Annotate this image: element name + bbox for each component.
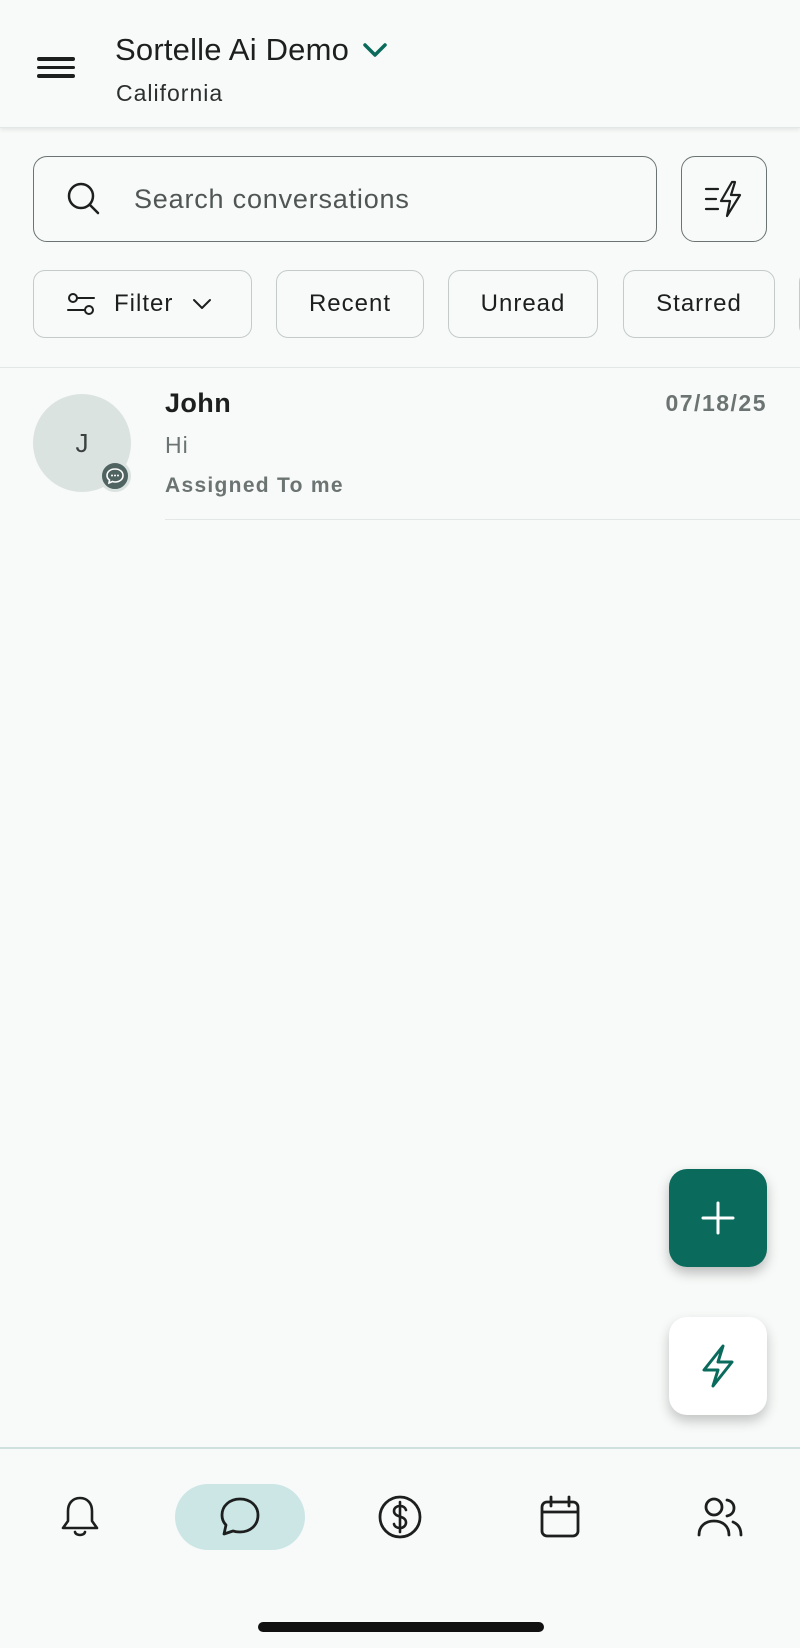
nav-calendar[interactable] <box>495 1484 625 1550</box>
app-header: Sortelle Ai Demo California <box>0 0 800 128</box>
location-switcher[interactable]: Sortelle Ai Demo <box>115 32 389 68</box>
dollar-icon <box>378 1495 422 1539</box>
calendar-icon <box>540 1495 580 1538</box>
contact-name: John <box>165 388 232 418</box>
starred-chip[interactable]: Starred <box>623 270 775 338</box>
chat-bubble-icon <box>99 460 131 492</box>
nav-conversations[interactable] <box>175 1484 305 1550</box>
nav-notifications[interactable] <box>15 1484 145 1550</box>
new-conversation-button[interactable] <box>669 1169 767 1267</box>
bottom-navigation <box>0 1447 800 1648</box>
contacts-icon <box>697 1497 743 1537</box>
search-box[interactable] <box>33 156 657 242</box>
chevron-down-icon <box>193 299 212 309</box>
plus-icon <box>701 1201 735 1235</box>
search-input[interactable] <box>134 183 614 215</box>
home-indicator <box>258 1622 544 1632</box>
sliders-icon <box>67 293 95 315</box>
quick-actions-button[interactable] <box>681 156 767 242</box>
bell-icon <box>61 1496 99 1537</box>
filter-dropdown-chip[interactable]: Filter <box>33 270 252 338</box>
location-subtitle: California <box>116 80 224 106</box>
filter-chip-label: Filter <box>114 290 174 317</box>
recent-chip[interactable]: Recent <box>276 270 424 338</box>
filter-chips: Filter Recent Unread Starred <box>33 270 800 338</box>
search-icon <box>67 182 100 215</box>
bolt-list-icon <box>704 180 742 218</box>
unread-chip[interactable]: Unread <box>448 270 598 338</box>
nav-payments[interactable] <box>335 1484 465 1550</box>
conversation-date: 07/18/25 <box>665 390 767 416</box>
chat-icon <box>220 1497 260 1536</box>
last-message: Hi <box>165 432 189 458</box>
nav-contacts[interactable] <box>655 1484 785 1550</box>
assignment-label: Assigned To me <box>165 474 344 497</box>
divider <box>165 519 800 520</box>
chevron-down-icon <box>363 43 387 57</box>
page-title: Sortelle Ai Demo <box>115 32 350 67</box>
hamburger-menu-icon[interactable] <box>34 52 78 88</box>
conversation-list-item[interactable]: J John 07/18/25 Hi Assigned To me <box>0 368 800 520</box>
bolt-icon <box>702 1344 734 1388</box>
quick-action-fab[interactable] <box>669 1317 767 1415</box>
